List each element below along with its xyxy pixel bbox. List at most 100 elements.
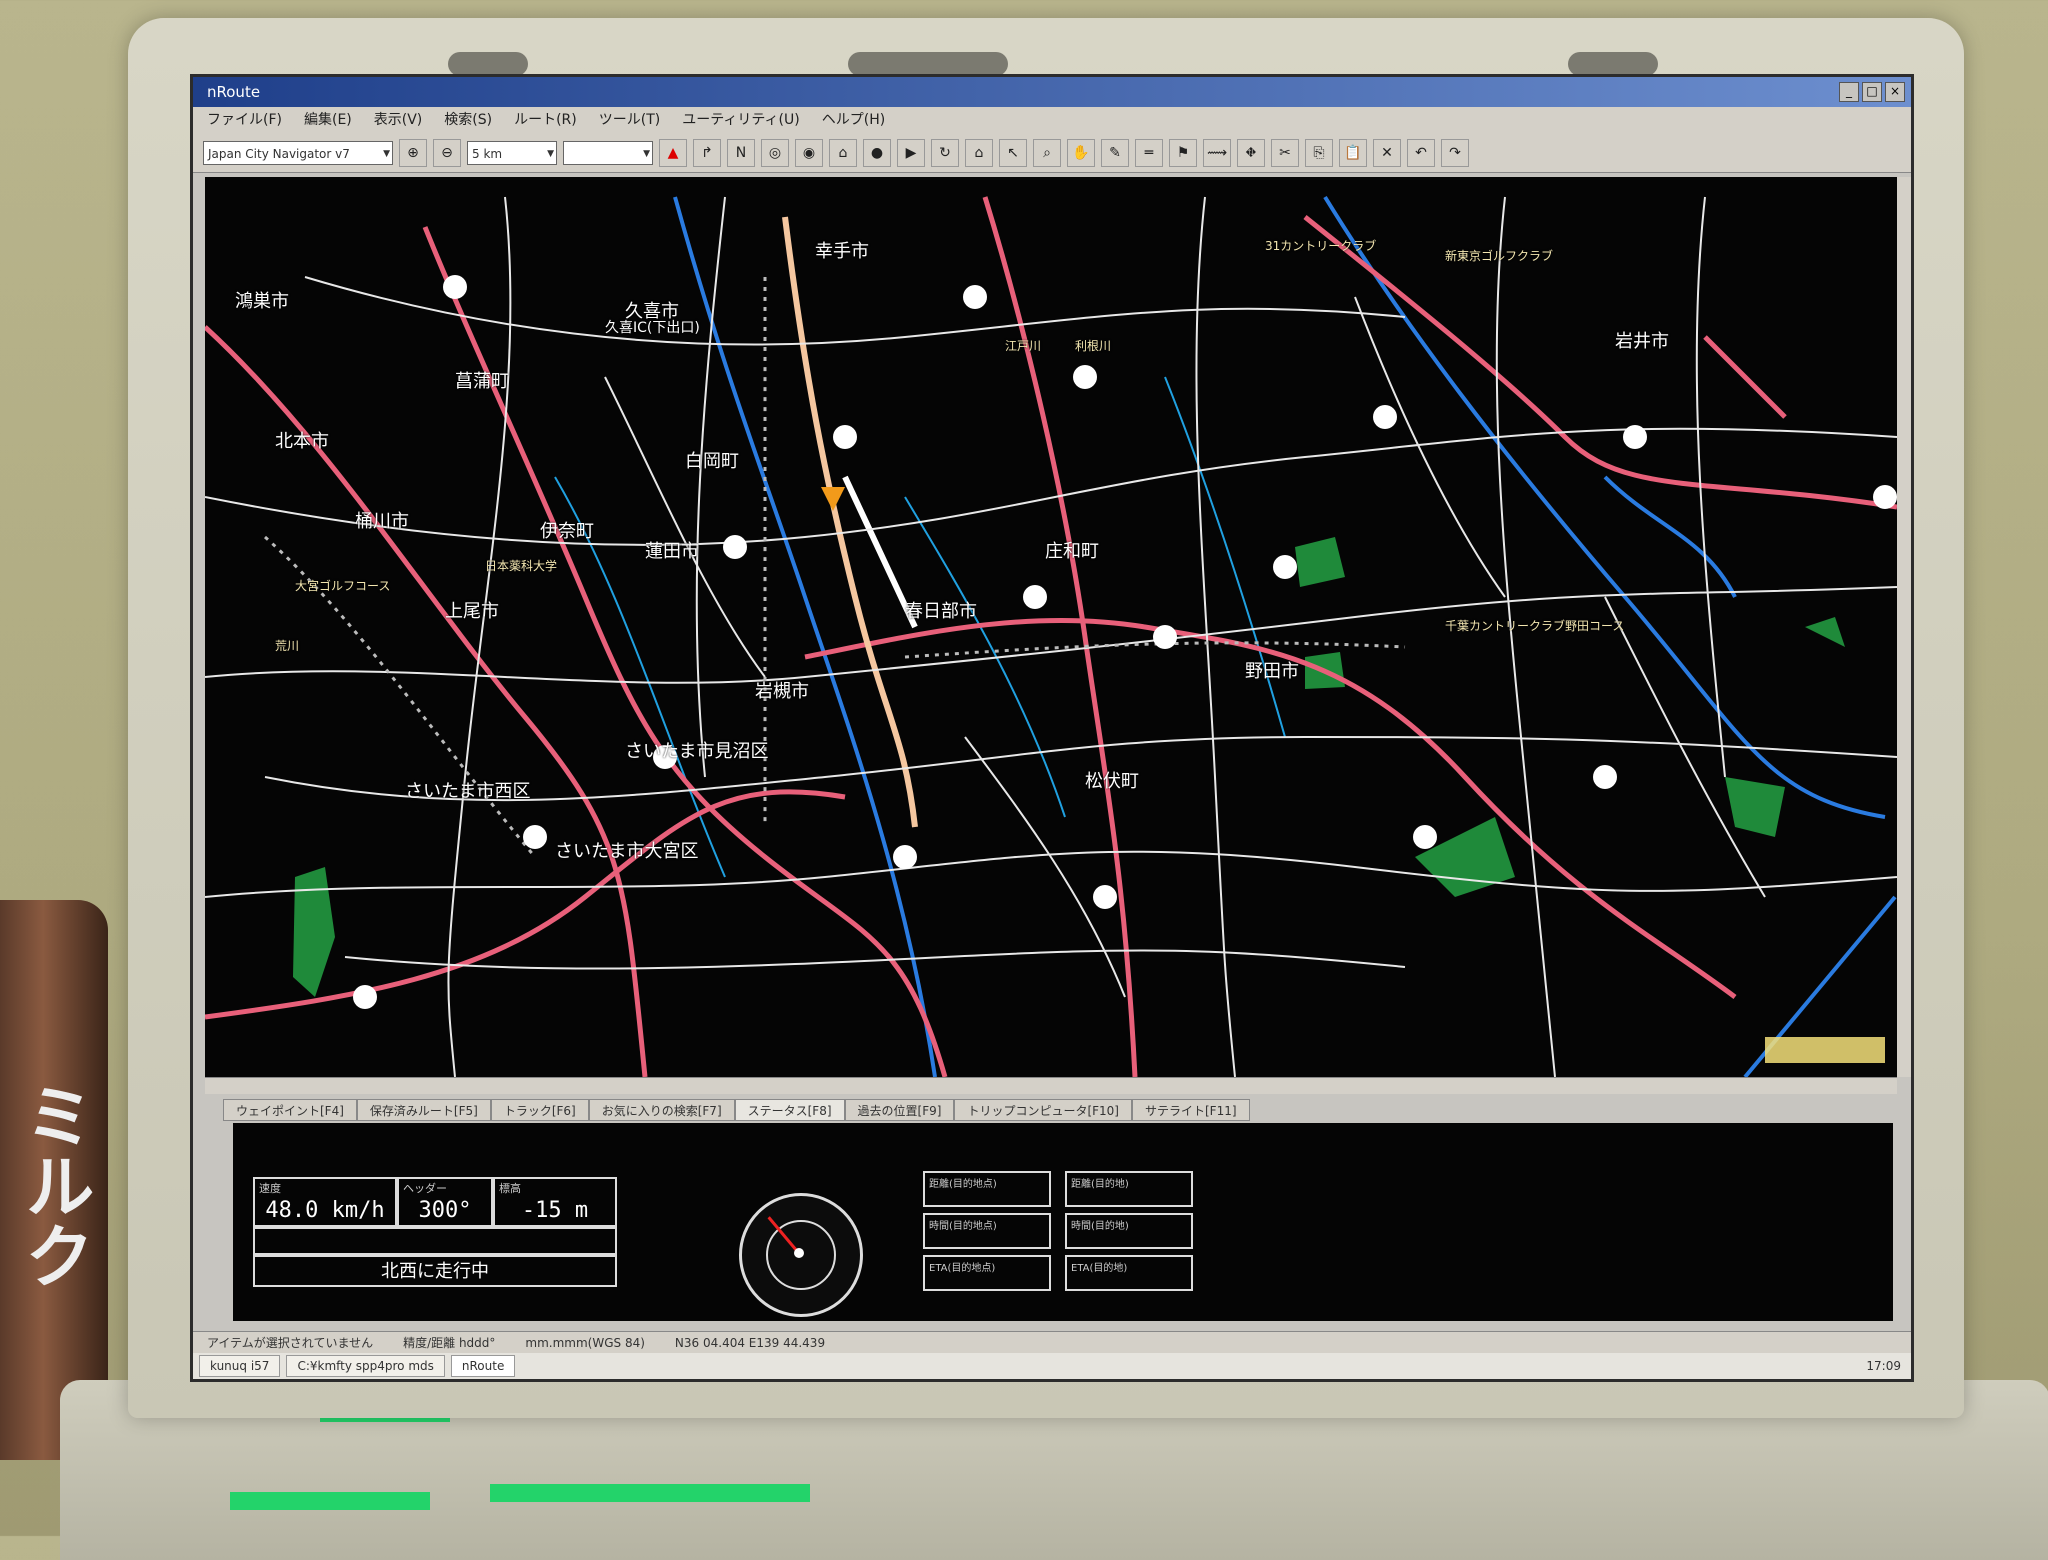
route-tool-icon[interactable]: ⟿ bbox=[1203, 138, 1231, 167]
lid-latch bbox=[448, 52, 528, 76]
altitude-value: -15 m bbox=[521, 1198, 589, 1223]
map-label: さいたま市大宮区 bbox=[555, 841, 699, 862]
measure-icon[interactable]: ═ bbox=[1135, 138, 1163, 167]
undo-icon[interactable]: ↶ bbox=[1407, 138, 1435, 167]
lid-latch bbox=[1568, 52, 1658, 76]
nav-field: 距離(目的地) bbox=[1065, 1171, 1193, 1207]
tab-status[interactable]: ステータス[F8] bbox=[734, 1099, 845, 1121]
nav-field: 時間(目的地点) bbox=[923, 1213, 1051, 1249]
map-label: 利根川 bbox=[1075, 339, 1112, 353]
find-nearby-icon[interactable]: ◉ bbox=[795, 138, 823, 167]
status-bar: アイテムが選択されていません 精度/距離 hddd° mm.mmm(WGS 84… bbox=[193, 1331, 1911, 1353]
map-label: 鴻巣市 bbox=[235, 291, 289, 312]
panel-tabs: ウェイポイント[F4] 保存済みルート[F5] トラック[F6] お気に入りの検… bbox=[223, 1099, 1250, 1121]
map-label: 蓮田市 bbox=[645, 541, 699, 562]
map-horizontal-scrollbar[interactable] bbox=[205, 1077, 1897, 1094]
nav-field-label: 距離(目的地) bbox=[1071, 1179, 1129, 1190]
tab-saved-routes[interactable]: 保存済みルート[F5] bbox=[356, 1099, 491, 1121]
menu-search[interactable]: 検索(S) bbox=[444, 107, 492, 133]
tab-tracks[interactable]: トラック[F6] bbox=[490, 1099, 589, 1121]
map-label: 桶川市 bbox=[355, 511, 409, 532]
redo-icon[interactable]: ↷ bbox=[1441, 138, 1469, 167]
waypoint-icon[interactable]: ⚑ bbox=[1169, 138, 1197, 167]
menu-file[interactable]: ファイル(F) bbox=[207, 107, 282, 133]
tab-waypoints[interactable]: ウェイポイント[F4] bbox=[223, 1099, 357, 1121]
scale-combo[interactable]: 5 km bbox=[467, 140, 557, 166]
turn-icon[interactable]: ↱ bbox=[693, 138, 721, 167]
pencil-icon[interactable]: ✎ bbox=[1101, 138, 1129, 167]
map-label: 岩井市 bbox=[1615, 331, 1669, 352]
binoculars-icon[interactable]: ◎ bbox=[761, 138, 789, 167]
menu-tools[interactable]: ツール(T) bbox=[599, 107, 660, 133]
record-icon[interactable]: ● bbox=[863, 138, 891, 167]
map-label: 日本薬科大学 bbox=[485, 559, 558, 573]
close-button[interactable]: × bbox=[1885, 82, 1905, 102]
nav-field: ETA(目的地点) bbox=[923, 1255, 1051, 1291]
zoom-tool-icon[interactable]: ⌕ bbox=[1033, 138, 1061, 167]
heading-value: 300° bbox=[418, 1198, 472, 1223]
map-canvas[interactable]: 鴻巣市 久喜市 久喜IC(下出口) 白岡町 幸手市 岩井市 北本市 桶川市 伊奈… bbox=[203, 177, 1898, 1079]
position-arrow-icon[interactable]: ▲ bbox=[659, 138, 687, 167]
tab-history[interactable]: 過去の位置[F9] bbox=[844, 1099, 955, 1121]
zoom-in-icon[interactable]: ⊕ bbox=[399, 138, 427, 167]
maximize-button[interactable]: □ bbox=[1862, 82, 1882, 102]
map-label: 江戸川 bbox=[1005, 339, 1042, 353]
nav-field-label: 時間(目的地) bbox=[1071, 1221, 1129, 1232]
heading-box: ヘッダー 300° bbox=[397, 1177, 493, 1227]
menu-route[interactable]: ルート(R) bbox=[514, 107, 577, 133]
map-graphics bbox=[203, 195, 1898, 1079]
status-selection: アイテムが選択されていません bbox=[207, 1336, 374, 1350]
north-up-icon[interactable]: N bbox=[727, 138, 755, 167]
copy-icon[interactable]: ⎘ bbox=[1305, 138, 1333, 167]
taskbar-item-nroute[interactable]: nRoute bbox=[450, 1355, 516, 1377]
menu-view[interactable]: 表示(V) bbox=[374, 107, 423, 133]
tab-satellite[interactable]: サテライト[F11] bbox=[1131, 1099, 1250, 1121]
taskbar-clock: 17:09 bbox=[1866, 1359, 1901, 1373]
map-label: 春日部市 bbox=[905, 601, 977, 622]
paste-icon[interactable]: 📋 bbox=[1339, 138, 1367, 167]
layer-combo[interactable] bbox=[563, 140, 653, 166]
tab-favorite-search[interactable]: お気に入りの検索[F7] bbox=[588, 1099, 735, 1121]
map-label: 岩槻市 bbox=[755, 681, 809, 702]
map-label: 松伏町 bbox=[1085, 771, 1139, 792]
select-pointer-icon[interactable]: ↖ bbox=[999, 138, 1027, 167]
direction-text: 北西に走行中 bbox=[381, 1261, 489, 1282]
track-tool-icon[interactable]: ⛖ bbox=[1237, 138, 1265, 167]
map-label: 菖蒲町 bbox=[455, 371, 509, 392]
menu-utility[interactable]: ユーティリティ(U) bbox=[682, 107, 800, 133]
map-label: 新東京ゴルフクラブ bbox=[1445, 249, 1554, 263]
menu-help[interactable]: ヘルプ(H) bbox=[822, 107, 885, 133]
nav-field: 時間(目的地) bbox=[1065, 1213, 1193, 1249]
direction-box: 北西に走行中 bbox=[253, 1255, 617, 1287]
green-sticker bbox=[230, 1492, 430, 1510]
speed-box: 速度 48.0 km/h bbox=[253, 1177, 397, 1227]
taskbar-item-explorer[interactable]: C:¥kmfty spp4pro mds bbox=[286, 1355, 445, 1377]
speed-value: 48.0 km/h bbox=[265, 1198, 385, 1223]
nav-field-label: ETA(目的地) bbox=[1071, 1263, 1128, 1274]
map-label: さいたま市西区 bbox=[405, 781, 531, 802]
play-icon[interactable]: ▶ bbox=[897, 138, 925, 167]
delete-icon[interactable]: ✕ bbox=[1373, 138, 1401, 167]
tab-trip-computer[interactable]: トリップコンピュータ[F10] bbox=[954, 1099, 1132, 1121]
nav-field-label: 距離(目的地点) bbox=[929, 1179, 997, 1190]
map-vertical-scrollbar[interactable] bbox=[1897, 177, 1911, 1077]
lid-latch bbox=[848, 52, 1008, 76]
zoom-out-icon[interactable]: ⊖ bbox=[433, 138, 461, 167]
compass-icon bbox=[739, 1193, 863, 1317]
status-coordinates: N36 04.404 E139 44.439 bbox=[674, 1336, 826, 1350]
map-label: さいたま市見沼区 bbox=[625, 741, 769, 762]
nav-field-label: ETA(目的地点) bbox=[929, 1263, 996, 1274]
start-button[interactable]: kunuq i57 bbox=[199, 1355, 281, 1377]
menu-edit[interactable]: 編集(E) bbox=[304, 107, 352, 133]
find-address-icon[interactable]: ⌂ bbox=[829, 138, 857, 167]
refresh-icon[interactable]: ↻ bbox=[931, 138, 959, 167]
cut-icon[interactable]: ✂ bbox=[1271, 138, 1299, 167]
nav-field: 距離(目的地点) bbox=[923, 1171, 1051, 1207]
minimize-button[interactable]: _ bbox=[1839, 82, 1859, 102]
window-title: nRoute bbox=[207, 83, 261, 101]
home-icon[interactable]: ⌂ bbox=[965, 138, 993, 167]
hand-pan-icon[interactable]: ✋ bbox=[1067, 138, 1095, 167]
map-label: 野田市 bbox=[1245, 661, 1299, 682]
map-product-combo[interactable]: Japan City Navigator v7 bbox=[203, 140, 393, 166]
green-areas bbox=[293, 537, 1845, 997]
